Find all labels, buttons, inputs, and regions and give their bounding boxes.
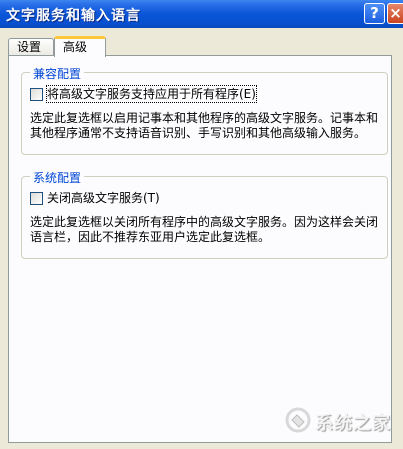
dialog-window: 文字服务和输入语言 ? × 设置 高级 兼容配置 将高级文字服务支持应用于所有程… bbox=[0, 0, 403, 449]
window-title: 文字服务和输入语言 bbox=[6, 8, 141, 24]
compat-description: 选定此复选框以启用记事本和其他程序的高级文字服务。记事本和其他程序通常不支持语音… bbox=[30, 111, 379, 140]
compat-group-legend: 兼容配置 bbox=[30, 65, 85, 82]
system-checkbox-label[interactable]: 关闭高级文字服务(T) bbox=[47, 190, 160, 206]
compat-checkbox-label[interactable]: 将高级文字服务支持应用于所有程序(E) bbox=[46, 85, 257, 103]
watermark-text: 系统之家 bbox=[315, 413, 391, 434]
system-config-group: 系统配置 关闭高级文字服务(T) 选定此复选框以关闭所有程序中的高级文字服务。因… bbox=[21, 169, 388, 259]
close-button[interactable]: × bbox=[387, 3, 403, 24]
system-description: 选定此复选框以关闭所有程序中的高级文字服务。因为这样会关闭语言栏，因此不推荐东亚… bbox=[30, 215, 379, 244]
compat-config-group: 兼容配置 将高级文字服务支持应用于所有程序(E) 选定此复选框以启用记事本和其他… bbox=[21, 65, 388, 155]
system-group-legend: 系统配置 bbox=[30, 169, 85, 186]
system-checkbox[interactable] bbox=[30, 192, 43, 205]
compat-checkbox[interactable] bbox=[30, 88, 43, 101]
help-button[interactable]: ? bbox=[364, 3, 385, 24]
tab-panel-advanced: 兼容配置 将高级文字服务支持应用于所有程序(E) 选定此复选框以启用记事本和其他… bbox=[8, 55, 392, 443]
title-bar[interactable]: 文字服务和输入语言 ? × bbox=[0, 0, 403, 28]
tab-settings[interactable]: 设置 bbox=[8, 38, 54, 55]
tab-advanced[interactable]: 高级 bbox=[54, 36, 106, 57]
watermark-logo-icon bbox=[285, 407, 311, 433]
